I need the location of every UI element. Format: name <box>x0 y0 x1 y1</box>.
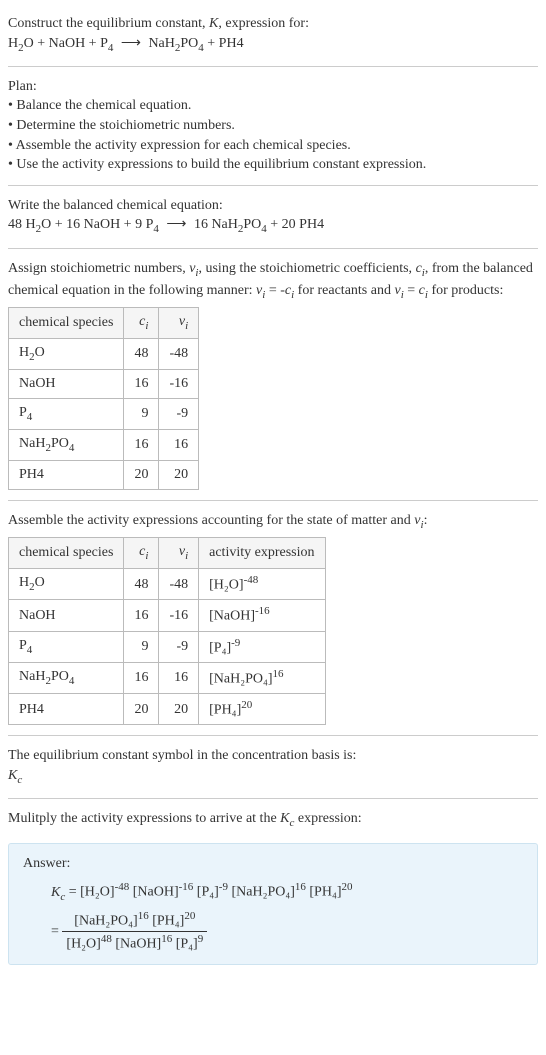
cell-species: NaH2PO4 <box>9 430 124 461</box>
answer-box: Answer: Kc = [H₂O]-48 [NaOH]-16 [P₄]-9 [… <box>8 843 538 965</box>
plan-item: • Balance the chemical equation. <box>8 96 538 116</box>
col-ci: ci <box>124 538 159 569</box>
divider <box>8 500 538 501</box>
activity-intro: Assemble the activity expressions accoun… <box>8 511 538 533</box>
unbalanced-reaction: H2O + NaOH + P4 ⟶ NaH2PO4 + PH4 <box>8 34 538 56</box>
plan-item: • Use the activity expressions to build … <box>8 155 538 175</box>
plan-item: • Assemble the activity expression for e… <box>8 136 538 156</box>
col-activity: activity expression <box>199 538 325 569</box>
cell-activity: [P₄]-9 <box>199 631 325 662</box>
cell-vi: -48 <box>159 569 199 600</box>
balanced-section: Write the balanced chemical equation: 48… <box>8 190 538 244</box>
plan-item: • Determine the stoichiometric numbers. <box>8 116 538 136</box>
table-row: P4 9 -9 <box>9 398 199 429</box>
cell-ci: 9 <box>124 398 159 429</box>
cell-activity: [NaH₂PO₄]16 <box>199 662 325 693</box>
divider <box>8 185 538 186</box>
table-row: H2O 48 -48 <box>9 339 199 370</box>
col-ci: ci <box>124 307 159 338</box>
balanced-title: Write the balanced chemical equation: <box>8 196 538 216</box>
cell-ci: 9 <box>124 631 159 662</box>
cell-species: H2O <box>9 339 124 370</box>
cell-vi: -16 <box>159 600 199 631</box>
header-section: Construct the equilibrium constant, K, e… <box>8 8 538 62</box>
cell-activity: [PH₄]20 <box>199 694 325 725</box>
cell-vi: 20 <box>159 461 199 490</box>
table-header-row: chemical species ci νi activity expressi… <box>9 538 326 569</box>
col-species: chemical species <box>9 538 124 569</box>
cell-ci: 16 <box>124 370 159 399</box>
table-row: NaOH 16 -16 [NaOH]-16 <box>9 600 326 631</box>
cell-vi: -9 <box>159 631 199 662</box>
cell-activity: [H₂O]-48 <box>199 569 325 600</box>
cell-species: H2O <box>9 569 124 600</box>
col-species: chemical species <box>9 307 124 338</box>
cell-species: NaOH <box>9 370 124 399</box>
cell-ci: 16 <box>124 600 159 631</box>
plan-title: Plan: <box>8 77 538 97</box>
cell-ci: 20 <box>124 694 159 725</box>
divider <box>8 248 538 249</box>
cell-activity: [NaOH]-16 <box>199 600 325 631</box>
stoich-table: chemical species ci νi H2O 48 -48 NaOH 1… <box>8 307 199 490</box>
kc-fraction: = [NaH₂PO₄]16 [PH₄]20 [H₂O]48 [NaOH]16 [… <box>51 905 523 955</box>
plan-section: Plan: • Balance the chemical equation. •… <box>8 71 538 181</box>
balanced-reaction: 48 H2O + 16 NaOH + 9 P4 ⟶ 16 NaH2PO4 + 2… <box>8 215 538 237</box>
header-line1: Construct the equilibrium constant, K, e… <box>8 14 538 34</box>
table-row: PH4 20 20 [PH₄]20 <box>9 694 326 725</box>
symbol-section: The equilibrium constant symbol in the c… <box>8 740 538 794</box>
col-vi: νi <box>159 538 199 569</box>
table-row: NaH2PO4 16 16 <box>9 430 199 461</box>
divider <box>8 735 538 736</box>
cell-ci: 48 <box>124 569 159 600</box>
kc-expression: Kc = [H₂O]-48 [NaOH]-16 [P₄]-9 [NaH₂PO₄]… <box>51 880 523 905</box>
divider <box>8 798 538 799</box>
cell-vi: 20 <box>159 694 199 725</box>
cell-ci: 20 <box>124 461 159 490</box>
cell-vi: -16 <box>159 370 199 399</box>
table-row: PH4 20 20 <box>9 461 199 490</box>
cell-vi: -48 <box>159 339 199 370</box>
cell-species: P4 <box>9 398 124 429</box>
divider <box>8 66 538 67</box>
activity-section: Assemble the activity expressions accoun… <box>8 505 538 732</box>
multiply-intro: Mulitply the activity expressions to arr… <box>8 809 538 831</box>
cell-species: P4 <box>9 631 124 662</box>
cell-species: NaH2PO4 <box>9 662 124 693</box>
cell-ci: 16 <box>124 662 159 693</box>
symbol-kc: Kc <box>8 766 538 788</box>
stoich-intro: Assign stoichiometric numbers, νi, using… <box>8 259 538 303</box>
cell-species: PH4 <box>9 694 124 725</box>
multiply-section: Mulitply the activity expressions to arr… <box>8 803 538 837</box>
table-row: NaOH 16 -16 <box>9 370 199 399</box>
cell-species: NaOH <box>9 600 124 631</box>
cell-vi: 16 <box>159 430 199 461</box>
table-header-row: chemical species ci νi <box>9 307 199 338</box>
answer-label: Answer: <box>23 854 523 874</box>
col-vi: νi <box>159 307 199 338</box>
stoich-section: Assign stoichiometric numbers, νi, using… <box>8 253 538 496</box>
activity-table: chemical species ci νi activity expressi… <box>8 537 326 725</box>
table-row: P4 9 -9 [P₄]-9 <box>9 631 326 662</box>
cell-vi: -9 <box>159 398 199 429</box>
cell-ci: 48 <box>124 339 159 370</box>
cell-vi: 16 <box>159 662 199 693</box>
symbol-intro: The equilibrium constant symbol in the c… <box>8 746 538 766</box>
cell-ci: 16 <box>124 430 159 461</box>
table-row: NaH2PO4 16 16 [NaH₂PO₄]16 <box>9 662 326 693</box>
cell-species: PH4 <box>9 461 124 490</box>
table-row: H2O 48 -48 [H₂O]-48 <box>9 569 326 600</box>
